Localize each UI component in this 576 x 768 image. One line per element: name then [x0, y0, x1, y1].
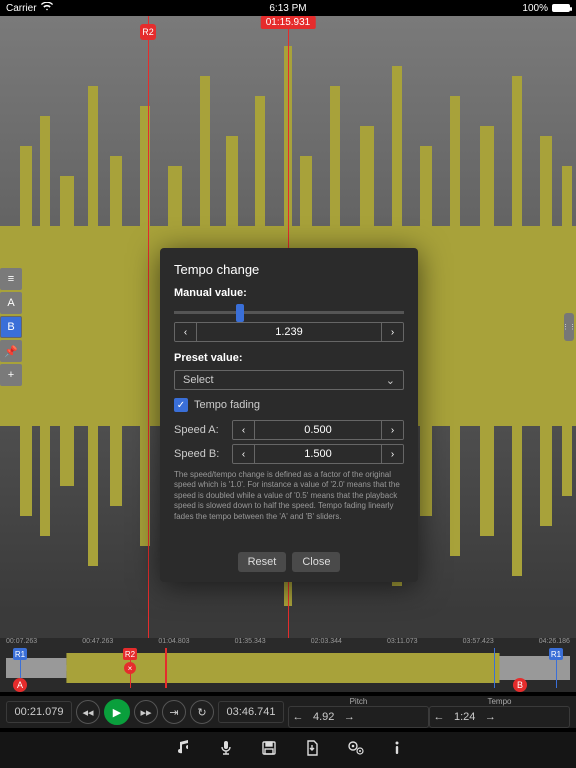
forward-button[interactable]: ▸▸	[134, 700, 158, 724]
tempo-stepper[interactable]: ← 1:24 →	[429, 706, 570, 728]
plus-icon: +	[8, 369, 14, 381]
tick: 00:47.263	[82, 638, 113, 648]
loop-icon: ↻	[197, 706, 206, 719]
duration-time[interactable]: 03:46.741	[218, 701, 284, 723]
speed-a-value: 0.500	[255, 421, 381, 439]
help-text: The speed/tempo change is defined as a f…	[174, 470, 404, 522]
reset-button[interactable]: Reset	[238, 552, 287, 572]
settings-icon[interactable]	[347, 740, 365, 761]
right-handle[interactable]: ⋮⋮	[564, 313, 574, 341]
mic-icon[interactable]	[219, 740, 233, 761]
ov-marker-b[interactable]: B	[513, 678, 527, 692]
close-icon[interactable]: ×	[124, 662, 136, 674]
tempo-change-dialog: Tempo change Manual value: ‹ 1.239 › Pre…	[160, 248, 418, 582]
pitch-label: Pitch	[288, 697, 429, 706]
list-button[interactable]: ≡	[0, 268, 22, 290]
chevron-down-icon: ⌄	[386, 374, 395, 387]
forward-icon: ▸▸	[140, 706, 151, 719]
speed-b-stepper[interactable]: ‹ 1.500 ›	[232, 444, 404, 464]
position-time[interactable]: 00:21.079	[6, 701, 72, 723]
pin-button[interactable]: 📌	[0, 340, 22, 362]
ov-marker-r2[interactable]: R2 ×	[130, 648, 144, 688]
tempo-label: Tempo	[429, 697, 570, 706]
speed-b-value: 1.500	[255, 445, 381, 463]
ov-marker-a[interactable]: A	[13, 678, 27, 692]
manual-value-stepper[interactable]: ‹ 1.239 ›	[174, 322, 404, 342]
arrow-right-icon[interactable]: →	[340, 711, 358, 723]
info-icon[interactable]	[393, 740, 401, 761]
speed-a-stepper[interactable]: ‹ 0.500 ›	[232, 420, 404, 440]
battery-icon	[552, 4, 570, 12]
tick: 04:26.186	[539, 638, 570, 648]
save-icon[interactable]	[261, 740, 277, 761]
speed-b-label: Speed B:	[174, 448, 226, 460]
chevron-left-icon[interactable]: ‹	[175, 323, 197, 341]
ov-marker-r1-right[interactable]: R1	[556, 648, 570, 688]
overview-strip[interactable]: 00:07.263 00:47.263 01:04.803 01:35.343 …	[0, 638, 576, 692]
chevron-right-icon[interactable]: ›	[381, 421, 403, 439]
tick: 00:07.263	[6, 638, 37, 648]
loop-button[interactable]: ↻	[190, 700, 214, 724]
add-button[interactable]: +	[0, 364, 22, 386]
left-toolbar: ≡ A B 📌 +	[0, 268, 22, 386]
status-bar: Carrier 6:13 PM 100%	[0, 0, 576, 16]
preset-select-value: Select	[183, 374, 214, 386]
overview-waveform	[6, 648, 570, 688]
tempo-fading-checkbox[interactable]: ✓ Tempo fading	[174, 398, 404, 412]
play-icon: ▶	[113, 706, 121, 719]
chevron-right-icon[interactable]: ›	[381, 445, 403, 463]
manual-value-slider[interactable]	[174, 311, 404, 314]
chevron-left-icon[interactable]: ‹	[233, 421, 255, 439]
rewind-button[interactable]: ◂◂	[76, 700, 100, 724]
transport-bar: 00:21.079 ◂◂ ▶ ▸▸ ⇥ ↻ 03:46.741 Pitch ← …	[0, 696, 576, 728]
preset-value-label: Preset value:	[174, 352, 404, 364]
speed-a-label: Speed A:	[174, 424, 226, 436]
marker-b-button[interactable]: B	[0, 316, 22, 338]
manual-value-display: 1.239	[197, 323, 381, 341]
clock: 6:13 PM	[0, 3, 576, 14]
tempo-fading-label: Tempo fading	[194, 399, 260, 411]
menu-icon: ≡	[8, 273, 14, 285]
rewind-icon: ◂◂	[82, 706, 93, 719]
manual-value-label: Manual value:	[174, 287, 404, 299]
arrow-left-icon[interactable]: ←	[289, 711, 307, 723]
skip-button[interactable]: ⇥	[162, 700, 186, 724]
chevron-left-icon[interactable]: ‹	[233, 445, 255, 463]
bottom-toolbar	[0, 732, 576, 768]
arrow-right-icon[interactable]: →	[481, 711, 499, 723]
play-button[interactable]: ▶	[104, 699, 130, 725]
tick: 03:57.423	[463, 638, 494, 648]
preset-select[interactable]: Select ⌄	[174, 370, 404, 390]
tick: 01:35.343	[235, 638, 266, 648]
marker-a-button[interactable]: A	[0, 292, 22, 314]
pin-icon: 📌	[4, 345, 18, 358]
dialog-title: Tempo change	[174, 262, 404, 277]
close-button[interactable]: Close	[292, 552, 340, 572]
pitch-stepper[interactable]: ← 4.92 →	[288, 706, 429, 728]
overview-ticks: 00:07.263 00:47.263 01:04.803 01:35.343 …	[6, 638, 570, 648]
marker-r2-line[interactable]	[148, 16, 149, 638]
skip-icon: ⇥	[169, 706, 178, 719]
pitch-value: 4.92	[307, 711, 340, 723]
check-icon: ✓	[174, 398, 188, 412]
tick: 01:04.803	[158, 638, 189, 648]
tick: 03:11.073	[387, 638, 418, 648]
playhead-time: 01:15.931	[261, 16, 316, 29]
tempo-value: 1:24	[448, 711, 481, 723]
chevron-right-icon[interactable]: ›	[381, 323, 403, 341]
arrow-left-icon[interactable]: ←	[430, 711, 448, 723]
music-icon[interactable]	[175, 740, 191, 761]
export-icon[interactable]	[305, 740, 319, 761]
tick: 02:03.344	[311, 638, 342, 648]
